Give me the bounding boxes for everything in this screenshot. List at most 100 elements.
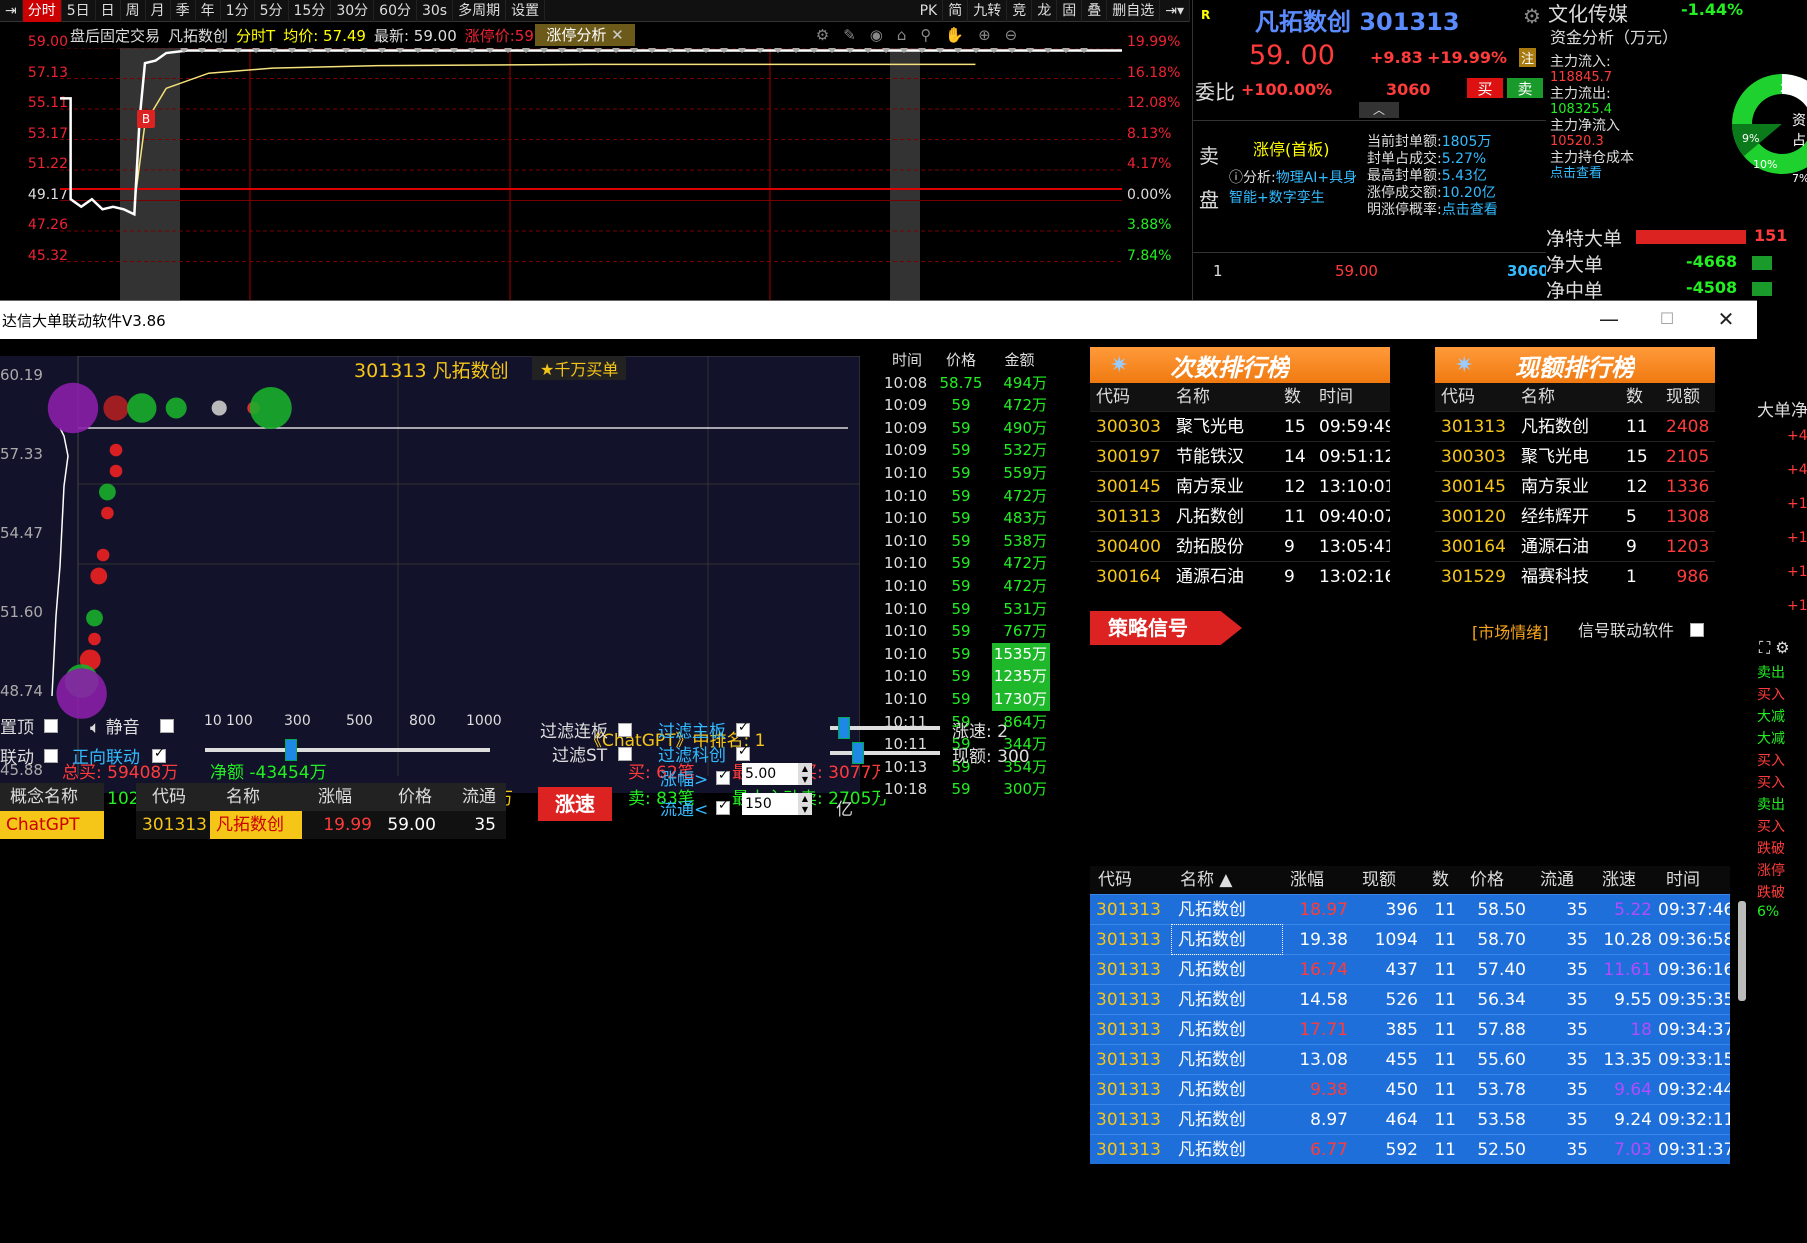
chart-tool-icon[interactable]: ✎	[843, 26, 856, 44]
filter-main-checkbox[interactable]	[736, 719, 750, 738]
concept-row[interactable]: ChatGPT	[0, 811, 104, 839]
buy-button[interactable]: 买	[1467, 78, 1503, 98]
period-tab[interactable]: 季	[171, 0, 196, 22]
seal-value[interactable]: 点击查看	[1442, 202, 1498, 218]
signal-row[interactable]: 301313 凡拓数创 19.38 1094 11 58.70 35 10.28 09:36:5…	[1090, 924, 1730, 955]
period-tab[interactable]: 1分	[221, 0, 255, 22]
collapse-arrow-icon[interactable]: ︿	[1359, 102, 1399, 118]
limit-analysis-tab[interactable]: 涨停分析 ✕	[535, 24, 635, 46]
float-checkbox[interactable]	[716, 797, 730, 816]
chart-tool-icon[interactable]: ⌂	[897, 26, 907, 44]
stock-row[interactable]: 301313 凡拓数创 19.99 59.00 35	[136, 811, 506, 839]
rank-amount-row[interactable]: 300164 通源石油 9 1203	[1435, 531, 1715, 561]
filter-kc-checkbox[interactable]	[736, 743, 750, 762]
chart-tool-icon[interactable]: ✋	[945, 26, 964, 44]
toolbar-button[interactable]: 龙	[1032, 0, 1058, 22]
signal-row[interactable]: 301313 凡拓数创 17.71 385 11 57.88 35 18 09:34:37	[1090, 1014, 1730, 1044]
amount2-slider-track[interactable]	[830, 751, 940, 755]
signal-link-checkbox[interactable]	[1690, 619, 1704, 638]
period-tab[interactable]: 15分	[289, 0, 332, 22]
forward-link-checkbox[interactable]	[152, 745, 166, 764]
menu-icon[interactable]: ⇥▾	[1160, 0, 1190, 22]
minimize-button[interactable]: —	[1580, 301, 1638, 339]
chart-tool-icon[interactable]: ⊖	[1005, 26, 1018, 44]
toolbar-button[interactable]: 简	[943, 0, 969, 22]
signal-header-cell[interactable]: 涨幅	[1282, 866, 1354, 894]
pin-checkbox[interactable]	[44, 715, 58, 734]
toolbar-button[interactable]: 删自选	[1107, 0, 1161, 22]
far-side-icon[interactable]: ⛶ ⚙	[1759, 638, 1790, 658]
signal-header-cell[interactable]: 代码	[1090, 866, 1172, 894]
big-buy-tag[interactable]: ★千万买单	[532, 356, 627, 380]
price-tick: 45.32	[27, 247, 68, 264]
signal-header-cell[interactable]: 涨速	[1594, 866, 1658, 894]
signal-row[interactable]: 301313 凡拓数创 16.74 437 11 57.40 35 11.61 09:36:16	[1090, 954, 1730, 984]
signal-row[interactable]: 301313 凡拓数创 8.97 464 11 53.58 35 9.24 09:32:11	[1090, 1104, 1730, 1134]
rank-count-row[interactable]: 300400 劲拓股份 9 13:05:41	[1090, 531, 1390, 561]
amount-slider-track[interactable]	[205, 748, 490, 752]
chart-tool-icon[interactable]: ◉	[870, 26, 883, 44]
signal-header-cell[interactable]: 价格	[1462, 866, 1532, 894]
period-tab[interactable]: 60分	[374, 0, 417, 22]
close-button[interactable]: ✕	[1697, 301, 1755, 339]
amount-slider-thumb[interactable]	[285, 739, 297, 761]
period-tab[interactable]: 年	[196, 0, 221, 22]
period-tab[interactable]: 多周期	[453, 0, 507, 22]
chart-tool-icon[interactable]: ⚲	[920, 26, 931, 44]
maximize-button[interactable]: ☐	[1638, 301, 1696, 339]
signal-row[interactable]: 301313 凡拓数创 6.77 592 11 52.50 35 7.03 09:31:37	[1090, 1134, 1730, 1164]
period-tab[interactable]: 周	[121, 0, 146, 22]
signal-header-cell[interactable]: 名称 ▲	[1172, 866, 1282, 894]
chart-tool-icon[interactable]: ⚙	[816, 26, 829, 44]
toolbar-button[interactable]: 竞	[1007, 0, 1033, 22]
fund-value[interactable]: 点击查看	[1550, 166, 1710, 182]
signal-row[interactable]: 301313 凡拓数创 18.97 396 11 58.50 35 5.22 09:37:46	[1090, 894, 1730, 924]
price-change: +9.83	[1370, 48, 1423, 67]
amount2-slider-thumb[interactable]	[852, 742, 864, 764]
period-tab[interactable]: 5分	[255, 0, 289, 22]
rank-count-row[interactable]: 300164 通源石油 9 13:02:16	[1090, 561, 1390, 591]
period-tab[interactable]: 30分	[331, 0, 375, 22]
speed-button[interactable]: 涨速	[538, 787, 612, 821]
signal-header-cell[interactable]: 流通	[1532, 866, 1594, 894]
signal-header-cell[interactable]: 时间	[1658, 866, 1730, 894]
mute-checkbox[interactable]	[160, 715, 174, 734]
rank-amount-row[interactable]: 300120 经纬辉开 5 1308	[1435, 501, 1715, 531]
net-bar	[1752, 256, 1772, 270]
signal-header-cell[interactable]: 数	[1424, 866, 1462, 894]
rank-count-row[interactable]: 301313 凡拓数创 11 09:40:07	[1090, 501, 1390, 531]
toolbar-button[interactable]: 叠	[1082, 0, 1108, 22]
rank-count-row[interactable]: 300197 节能铁汉 14 09:51:12	[1090, 441, 1390, 471]
pct-spinner-icon[interactable]: ▲ ▼	[798, 763, 812, 785]
toolbar-button[interactable]: 九转	[968, 0, 1008, 22]
period-tab[interactable]: 月	[146, 0, 171, 22]
rank-amount-row[interactable]: 300303 聚飞光电 15 2105	[1435, 441, 1715, 471]
pct-checkbox[interactable]	[716, 767, 730, 786]
toolbar-button[interactable]: 固	[1057, 0, 1083, 22]
rank-amount-row[interactable]: 300145 南方泵业 12 1336	[1435, 471, 1715, 501]
toolbar-button[interactable]: PK	[915, 0, 944, 22]
gear-icon[interactable]: ⚙	[1523, 4, 1541, 28]
filter-limit-checkbox[interactable]	[618, 719, 632, 738]
period-tab[interactable]: 设置	[506, 0, 546, 22]
rank-cell: 13:10:01	[1319, 477, 1390, 497]
speed-slider-thumb[interactable]	[838, 717, 850, 739]
signal-header-cell[interactable]: 现额	[1354, 866, 1424, 894]
rank-amount-row[interactable]: 301313 凡拓数创 11 2408	[1435, 411, 1715, 441]
signal-cell: 18	[1630, 1020, 1652, 1040]
link-checkbox[interactable]	[44, 745, 58, 764]
rank-count-row[interactable]: 300145 南方泵业 12 13:10:01	[1090, 471, 1390, 501]
period-tab[interactable]: 日	[96, 0, 121, 22]
chart-tool-icon[interactable]: ⊕	[978, 26, 991, 44]
signal-row[interactable]: 301313 凡拓数创 13.08 455 11 55.60 35 13.35 09:33:15	[1090, 1044, 1730, 1074]
signal-row[interactable]: 301313 凡拓数创 14.58 526 11 56.34 35 9.55 09:35:35	[1090, 984, 1730, 1014]
sell-button[interactable]: 卖	[1507, 78, 1543, 98]
float-spinner-icon[interactable]: ▲ ▼	[798, 793, 812, 815]
filter-st-checkbox[interactable]	[618, 743, 632, 762]
market-sentiment-link[interactable]: [市场情绪]	[1472, 619, 1549, 643]
period-tab[interactable]: 30s	[417, 0, 454, 22]
scrollbar-thumb[interactable]	[1738, 901, 1746, 1001]
rank-count-row[interactable]: 300303 聚飞光电 15 09:59:49	[1090, 411, 1390, 441]
rank-amount-row[interactable]: 301529 福赛科技 1 986	[1435, 561, 1715, 591]
signal-row[interactable]: 301313 凡拓数创 9.38 450 11 53.78 35 9.64 09:32:44	[1090, 1074, 1730, 1104]
